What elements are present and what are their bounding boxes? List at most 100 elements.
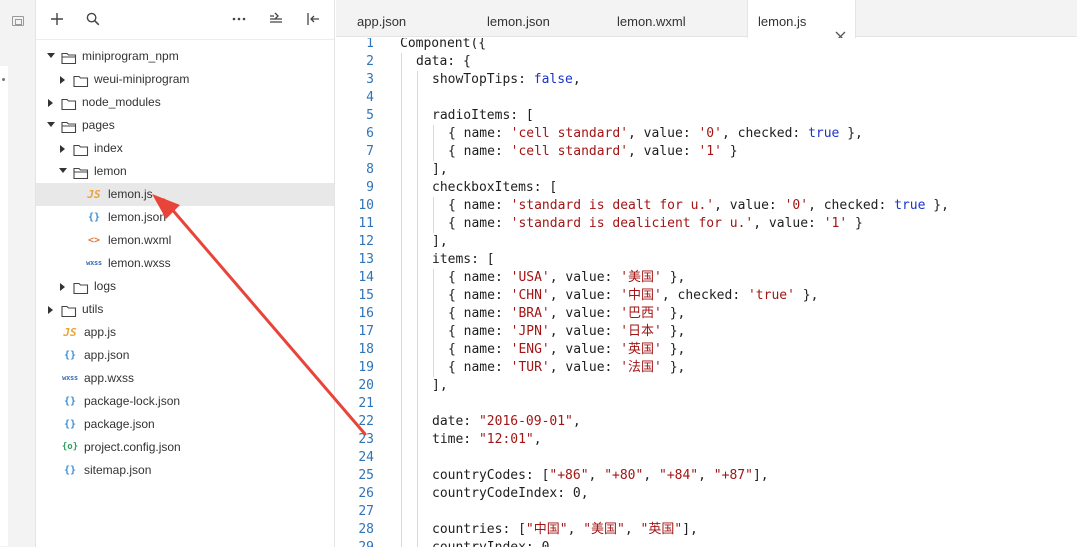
tab-app-json[interactable]: app.json: [336, 0, 447, 37]
code-line[interactable]: 12],: [336, 233, 1077, 251]
tab-lemon-wxml[interactable]: lemon.wxml: [577, 0, 747, 37]
close-icon[interactable]: [835, 15, 847, 42]
code-line[interactable]: 23 time: "12:01",: [336, 431, 1077, 449]
line-number: 26: [358, 486, 374, 501]
string-token: "+86": [549, 468, 589, 483]
chevron-down-icon[interactable]: [47, 114, 57, 137]
code-line[interactable]: 18 { name: 'ENG', value: '英国' },: [336, 341, 1077, 359]
code-line[interactable]: 11 { name: 'standard is dealicient for u.…: [336, 215, 1077, 233]
chevron-right-icon[interactable]: [47, 91, 57, 114]
indent-guide: [401, 143, 402, 161]
collapse-tree-icon[interactable]: [269, 12, 285, 28]
tree-item-miniprogram-npm[interactable]: miniprogram_npm: [36, 45, 334, 68]
keyword-token: true: [808, 126, 840, 141]
code-token: countryCodes: [: [432, 468, 550, 483]
code-line[interactable]: 1 Component({: [336, 38, 1077, 53]
line-number: 3: [366, 72, 374, 87]
code-line[interactable]: 15 { name: 'CHN', value: '中国', checked: '…: [336, 287, 1077, 305]
code-line[interactable]: 16 { name: 'BRA', value: '巴西' },: [336, 305, 1077, 323]
code-line[interactable]: 29 countryIndex: 0,: [336, 539, 1077, 547]
chevron-right-icon[interactable]: [47, 298, 57, 321]
tree-item-logs[interactable]: logs: [36, 275, 334, 298]
chevron-right-icon[interactable]: [59, 68, 69, 91]
code-line[interactable]: 9 checkboxItems: [: [336, 179, 1077, 197]
more-icon[interactable]: [232, 12, 248, 28]
tree-item-label: lemon: [94, 164, 127, 178]
code-line[interactable]: 14 { name: 'USA', value: '美国' },: [336, 269, 1077, 287]
tree-item-lemon-js[interactable]: JS lemon.js: [36, 183, 334, 206]
code-line[interactable]: 19 { name: 'TUR', value: '法国' },: [336, 359, 1077, 377]
tree-item-project-config-json[interactable]: {o} project.config.json: [36, 436, 334, 459]
code-line[interactable]: 17 { name: 'JPN', value: '日本' },: [336, 323, 1077, 341]
panel-toggle-icon[interactable]: [12, 16, 24, 26]
folder-icon: [73, 280, 89, 295]
code-token: ,: [643, 468, 659, 483]
tree-item-lemon-wxml[interactable]: <> lemon.wxml: [36, 229, 334, 252]
tree-item-package-json[interactable]: {} package.json: [36, 413, 334, 436]
tree-item-app-wxss[interactable]: wxss app.wxss: [36, 367, 334, 390]
tree-item-lemon[interactable]: lemon: [36, 160, 334, 183]
code-line[interactable]: 21: [336, 395, 1077, 413]
indent-guide: [417, 161, 418, 179]
code-line[interactable]: 24: [336, 449, 1077, 467]
code-line[interactable]: 6 { name: 'cell standard', value: '0', ch…: [336, 125, 1077, 143]
tree-item-label: logs: [94, 279, 117, 293]
chevron-right-icon[interactable]: [59, 275, 69, 298]
line-number: 4: [366, 90, 374, 105]
code-line[interactable]: 13 items: [: [336, 251, 1077, 269]
code-editor[interactable]: 1 Component({2 data: {3 showTopTips: false,…: [336, 38, 1077, 547]
code-token: ],: [432, 234, 448, 249]
chevron-down-icon[interactable]: [59, 160, 69, 183]
plus-icon[interactable]: [50, 12, 66, 28]
code-line[interactable]: 3 showTopTips: false,: [336, 71, 1077, 89]
tree-item-app-js[interactable]: JS app.js: [36, 321, 334, 344]
code-line[interactable]: 26 countryCodeIndex: 0,: [336, 485, 1077, 503]
code-text: { name: 'USA', value: '美国' },: [448, 269, 685, 287]
activity-strip: [0, 0, 36, 547]
code-line[interactable]: 28 countries: ["中国", "美国", "英国"],: [336, 521, 1077, 539]
code-line[interactable]: 8],: [336, 161, 1077, 179]
tree-item-app-json[interactable]: {} app.json: [36, 344, 334, 367]
tree-item-utils[interactable]: utils: [36, 298, 334, 321]
code-line[interactable]: 27: [336, 503, 1077, 521]
line-number: 9: [366, 180, 374, 195]
code-line[interactable]: 4: [336, 89, 1077, 107]
tree-item-lemon-json[interactable]: {} lemon.json: [36, 206, 334, 229]
indent-guide: [417, 449, 418, 467]
chevron-down-icon[interactable]: [47, 45, 57, 68]
tab-lemon-json[interactable]: lemon.json: [447, 0, 577, 37]
code-line[interactable]: 5 radioItems: [: [336, 107, 1077, 125]
code-token: }: [847, 216, 863, 231]
wxml-file-icon: <>: [87, 235, 101, 246]
wxss-file-icon: wxss: [62, 374, 78, 382]
code-token: },: [661, 360, 686, 375]
indent-guide: [417, 323, 418, 341]
string-token: '英国': [620, 342, 662, 357]
chevron-right-icon[interactable]: [59, 137, 69, 160]
tree-item-package-lock-json[interactable]: {} package-lock.json: [36, 390, 334, 413]
code-line[interactable]: 7 { name: 'cell standard', value: '1' }: [336, 143, 1077, 161]
tree-item-pages[interactable]: pages: [36, 114, 334, 137]
code-line[interactable]: 2 data: {: [336, 53, 1077, 71]
tree-item-node-modules[interactable]: node_modules: [36, 91, 334, 114]
code-token: ],: [432, 378, 448, 393]
search-icon[interactable]: [86, 12, 102, 28]
tab-lemon-js[interactable]: lemon.js: [747, 0, 856, 42]
line-number: 29: [336, 539, 374, 547]
code-line[interactable]: 10 { name: 'standard is dealt for u.', va…: [336, 197, 1077, 215]
code-token: },: [794, 288, 819, 303]
code-line[interactable]: 25 countryCodes: ["+86", "+80", "+84", "+…: [336, 467, 1077, 485]
code-token: , checked:: [661, 288, 748, 303]
line-number: 6: [366, 126, 374, 141]
tree-item-weui-miniprogram[interactable]: weui-miniprogram: [36, 68, 334, 91]
tree-item-index[interactable]: index: [36, 137, 334, 160]
split-panel-icon[interactable]: [306, 12, 322, 28]
code-text: countries: ["中国", "美国", "英国"],: [432, 521, 698, 539]
code-token: Component({: [400, 38, 487, 51]
indent-guide: [417, 71, 418, 89]
tree-item-lemon-wxss[interactable]: wxss lemon.wxss: [36, 252, 334, 275]
code-line[interactable]: 22 date: "2016-09-01",: [336, 413, 1077, 431]
code-line[interactable]: 20],: [336, 377, 1077, 395]
code-text: countryIndex: 0,: [432, 539, 557, 547]
tree-item-sitemap-json[interactable]: {} sitemap.json: [36, 459, 334, 482]
